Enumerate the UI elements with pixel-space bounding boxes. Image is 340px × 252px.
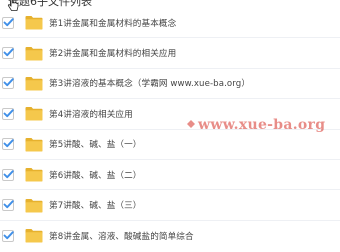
folder-icon — [25, 76, 43, 91]
item-label[interactable]: 第5讲酸、碱、盐（一） — [49, 138, 142, 150]
folder-icon — [25, 168, 43, 182]
list-item[interactable]: 第5讲酸、碱、盐（一） — [0, 130, 340, 160]
checkbox-checked-icon[interactable] — [2, 168, 14, 181]
list-item[interactable]: 第3讲溶液的基本概念（学霸网 www.xue-ba.org） — [0, 69, 340, 100]
checkbox-checked-icon[interactable] — [2, 229, 14, 242]
item-label[interactable]: 第4讲溶液的相关应用 — [49, 108, 133, 120]
checkbox-checked-icon[interactable] — [2, 77, 14, 90]
folder-icon — [25, 46, 43, 61]
header-strip: 选题6子文件列表 — [0, 0, 340, 8]
item-label[interactable]: 第8讲金属、溶液、酸碱盐的简单综合 — [49, 230, 194, 242]
watermark-text: www.xue-ba.org — [198, 117, 326, 133]
folder-icon — [25, 107, 43, 121]
file-list-panel: 选题6子文件列表 第1讲金属和金属材料的基本概念 第2讲金属和金属材料的相关应用 — [0, 0, 340, 252]
checkbox-checked-icon[interactable] — [2, 107, 14, 120]
list-item[interactable]: 第6讲酸、碱、盐（二） — [0, 160, 340, 191]
item-label[interactable]: 第6讲酸、碱、盐（二） — [49, 169, 142, 181]
folder-icon — [25, 198, 43, 213]
item-label[interactable]: 第3讲溶液的基本概念（学霸网 www.xue-ba.org） — [49, 77, 250, 89]
checkbox-checked-icon[interactable] — [2, 16, 14, 29]
folder-icon — [25, 16, 43, 30]
item-label[interactable]: 第2讲金属和金属材料的相关应用 — [49, 47, 176, 59]
checkbox-checked-icon[interactable] — [2, 138, 14, 151]
watermark-logo-icon — [187, 120, 195, 128]
partial-header-text: 选题6子文件列表 — [8, 0, 92, 8]
list-item[interactable]: 第1讲金属和金属材料的基本概念 — [0, 8, 340, 39]
list-item[interactable]: 第8讲金属、溶液、酸碱盐的简单综合 — [0, 221, 340, 251]
checkbox-checked-icon[interactable] — [2, 47, 14, 60]
checkbox-checked-icon[interactable] — [2, 199, 14, 212]
item-label[interactable]: 第1讲金属和金属材料的基本概念 — [49, 17, 176, 29]
list-item[interactable]: 第7讲酸、碱、盐（三） — [0, 190, 340, 221]
folder-icon — [25, 229, 43, 243]
folder-icon — [25, 137, 43, 152]
list-item[interactable]: 第2讲金属和金属材料的相关应用 — [0, 38, 340, 69]
item-label[interactable]: 第7讲酸、碱、盐（三） — [49, 199, 142, 211]
